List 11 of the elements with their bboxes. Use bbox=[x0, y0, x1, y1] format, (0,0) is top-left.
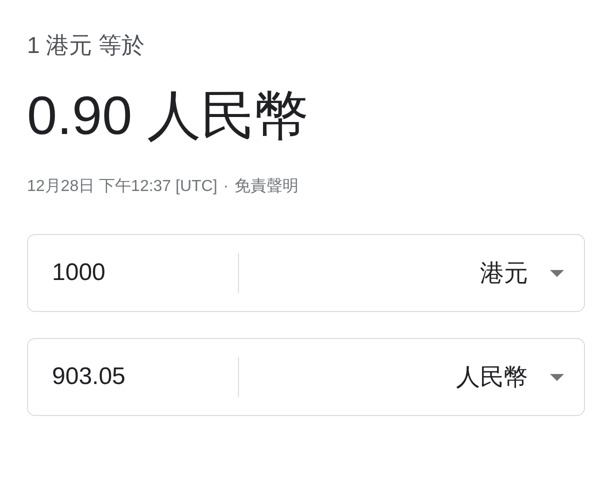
currency-select[interactable]: 港元 bbox=[239, 235, 584, 311]
amount-field[interactable]: 1000 bbox=[52, 259, 238, 287]
amount-field[interactable]: 903.05 bbox=[52, 363, 238, 391]
caret-icon bbox=[550, 374, 564, 380]
conversion-result: 0.90 人民幣 bbox=[27, 85, 310, 148]
timestamp: 12月28日 下午12:37 [UTC] bbox=[27, 177, 218, 197]
currency-select[interactable]: 人民幣 bbox=[239, 339, 584, 415]
disclaimer-link[interactable]: 免責聲明 bbox=[234, 176, 299, 198]
separator: · bbox=[223, 177, 229, 197]
caret-icon bbox=[550, 270, 564, 276]
conversion-label: 1 港元 等於 bbox=[27, 31, 146, 60]
